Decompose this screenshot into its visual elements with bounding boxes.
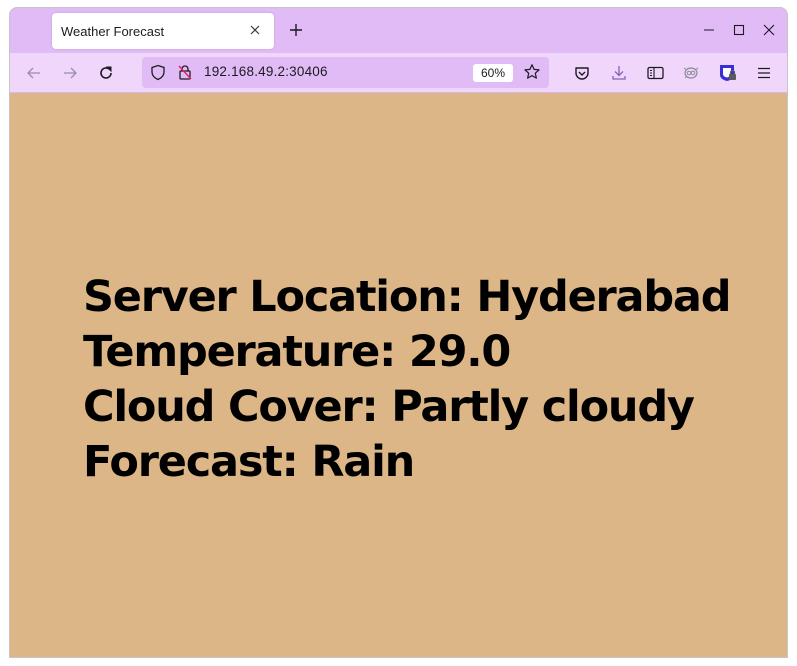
page-content: Server Location: Hyderabad Temperature: …: [10, 94, 787, 657]
tab-title: Weather Forecast: [61, 23, 165, 39]
server-location-line: Server Location: Hyderabad: [83, 272, 732, 322]
pocket-icon: [575, 67, 589, 80]
minimize-icon[interactable]: [699, 20, 719, 40]
download-icon: [612, 66, 626, 80]
url-text[interactable]: 192.168.49.2:30406: [204, 64, 328, 79]
privacy-extension-icon: [720, 65, 736, 81]
forecast-line: Forecast: Rain: [83, 437, 415, 487]
zoom-level-badge[interactable]: 60%: [473, 64, 513, 82]
reader-view-icon: [646, 66, 664, 80]
shield-icon[interactable]: [150, 64, 166, 81]
navigation-bar: 192.168.49.2:30406 60%: [10, 53, 787, 93]
back-button[interactable]: [20, 59, 48, 87]
forward-button[interactable]: [56, 59, 84, 87]
maximize-icon[interactable]: [729, 20, 749, 40]
downloads-button[interactable]: [605, 59, 633, 87]
weather-info: Server Location: Hyderabad Temperature: …: [83, 270, 732, 490]
reader-view-button[interactable]: [641, 59, 669, 87]
lock-slash-icon[interactable]: [177, 64, 193, 81]
temperature-line: Temperature: 29.0: [83, 327, 511, 377]
extension-button[interactable]: [677, 59, 705, 87]
reload-icon: [100, 66, 112, 79]
reload-button[interactable]: [92, 59, 120, 87]
window-close-icon[interactable]: [759, 20, 779, 40]
arrow-right-icon: [64, 67, 77, 79]
title-bar: Weather Forecast: [10, 8, 787, 53]
url-bar[interactable]: 192.168.49.2:30406 60%: [142, 57, 549, 88]
close-icon[interactable]: [246, 21, 264, 39]
menu-button[interactable]: [750, 59, 778, 87]
tab-weather-forecast[interactable]: Weather Forecast: [52, 13, 274, 49]
browser-window: Weather Forecast 192.168.49.2:30406 60% …: [9, 7, 788, 658]
cloud-cover-line: Cloud Cover: Partly cloudy: [83, 382, 695, 432]
extension-icon: [683, 67, 699, 79]
hamburger-menu-icon: [758, 67, 770, 79]
pocket-button[interactable]: [568, 59, 596, 87]
star-icon[interactable]: [523, 63, 541, 81]
new-tab-button[interactable]: [284, 18, 308, 42]
arrow-left-icon: [27, 67, 40, 79]
privacy-extension-button[interactable]: [714, 59, 742, 87]
